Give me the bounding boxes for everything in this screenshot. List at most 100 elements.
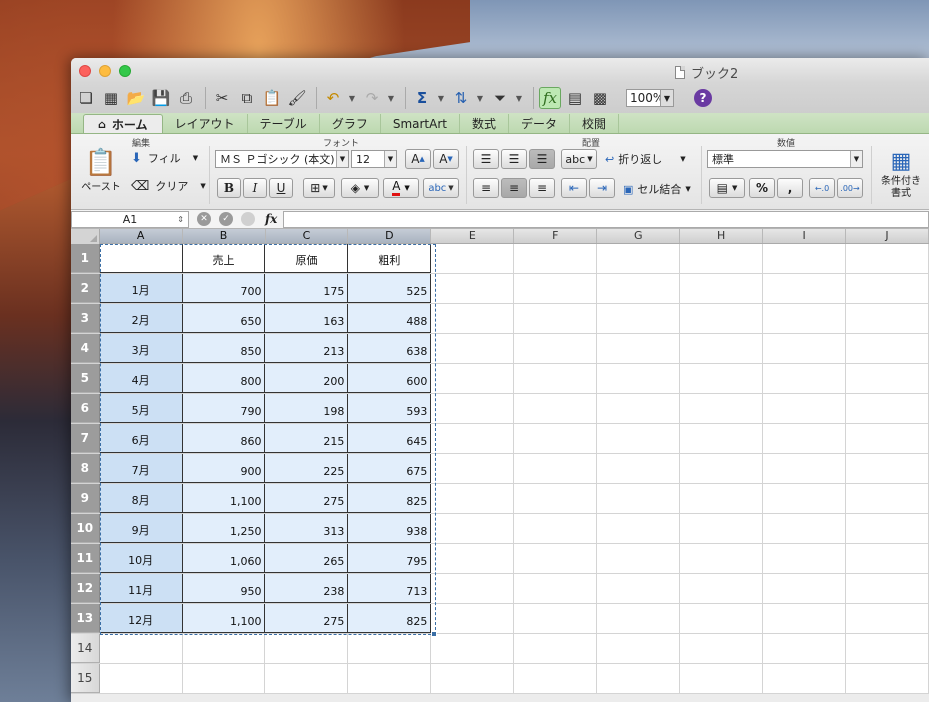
cell-J12[interactable] xyxy=(846,574,929,603)
cell-D6[interactable]: 593 xyxy=(348,394,432,423)
cell-D1[interactable]: 粗利 xyxy=(348,244,432,273)
cell-H1[interactable] xyxy=(680,244,764,273)
cell-A9[interactable]: 8月 xyxy=(99,484,183,513)
cell-H10[interactable] xyxy=(680,514,764,543)
align-middle-icon[interactable]: ☰ xyxy=(501,149,527,169)
italic-button[interactable]: I xyxy=(243,178,267,198)
row-header[interactable]: 12 xyxy=(71,574,100,603)
cell-E2[interactable] xyxy=(431,274,515,303)
cell-G1[interactable] xyxy=(597,244,681,273)
cell-I10[interactable] xyxy=(763,514,847,543)
row-header[interactable]: 4 xyxy=(71,334,100,363)
redo-icon[interactable]: ↷ xyxy=(361,87,383,109)
cell-J11[interactable] xyxy=(846,544,929,573)
fill-button[interactable]: ⬇ フィル ▼ xyxy=(131,150,198,166)
cell-B14[interactable] xyxy=(183,634,266,663)
cell-E12[interactable] xyxy=(431,574,515,603)
save-icon[interactable]: 💾 xyxy=(150,87,172,109)
cell-A7[interactable]: 6月 xyxy=(99,424,183,453)
wrap-text-button[interactable]: ↩ 折り返し ▼ xyxy=(605,151,686,167)
row-header[interactable]: 10 xyxy=(71,514,100,543)
cell-C3[interactable]: 163 xyxy=(265,304,349,333)
cell-E6[interactable] xyxy=(431,394,515,423)
cell-J7[interactable] xyxy=(846,424,929,453)
undo-dropdown-icon[interactable]: ▼ xyxy=(347,87,357,109)
cell-J14[interactable] xyxy=(846,634,929,663)
copy-icon[interactable]: ⧉ xyxy=(236,87,258,109)
cell-H7[interactable] xyxy=(680,424,764,453)
cell-C7[interactable]: 215 xyxy=(265,424,349,453)
new-document-icon[interactable]: ❏ xyxy=(75,87,97,109)
align-center-icon[interactable]: ≡ xyxy=(501,178,527,198)
tab-home[interactable]: ⌂ ホーム xyxy=(83,114,163,133)
underline-button[interactable]: U xyxy=(269,178,293,198)
cell-G2[interactable] xyxy=(597,274,681,303)
cell-J10[interactable] xyxy=(846,514,929,543)
paste-icon[interactable]: 📋 xyxy=(261,87,283,109)
cell-F15[interactable] xyxy=(514,664,598,693)
font-name-select[interactable]: ＭＳ Ｐゴシック (本文) ▼ xyxy=(215,150,349,168)
cell-B6[interactable]: 790 xyxy=(182,394,266,423)
column-header[interactable]: E xyxy=(431,229,515,243)
cell-F13[interactable] xyxy=(514,604,598,633)
tab-data[interactable]: データ xyxy=(509,114,571,133)
cell-C13[interactable]: 275 xyxy=(265,604,349,633)
font-size-dropdown-icon[interactable]: ▼ xyxy=(384,151,396,167)
filter-icon[interactable]: ⏷ xyxy=(489,87,511,109)
minimize-window-button[interactable] xyxy=(99,65,111,77)
cell-F3[interactable] xyxy=(514,304,598,333)
cell-H2[interactable] xyxy=(680,274,764,303)
cell-I2[interactable] xyxy=(763,274,847,303)
cell-G14[interactable] xyxy=(597,634,681,663)
cell-F7[interactable] xyxy=(514,424,598,453)
cell-A5[interactable]: 4月 xyxy=(99,364,183,393)
cell-J8[interactable] xyxy=(846,454,929,483)
tab-formulas[interactable]: 数式 xyxy=(460,114,509,133)
row-header[interactable]: 13 xyxy=(71,604,100,633)
cell-G4[interactable] xyxy=(597,334,681,363)
print-icon[interactable]: ⎙ xyxy=(175,87,197,109)
font-size-select[interactable]: 12 ▼ xyxy=(351,150,397,168)
maximize-window-button[interactable] xyxy=(119,65,131,77)
cell-A14[interactable] xyxy=(100,634,183,663)
cell-D5[interactable]: 600 xyxy=(348,364,432,393)
row-header[interactable]: 7 xyxy=(71,424,100,453)
cell-G13[interactable] xyxy=(597,604,681,633)
cell-C8[interactable]: 225 xyxy=(265,454,349,483)
cell-G11[interactable] xyxy=(597,544,681,573)
cell-C2[interactable]: 175 xyxy=(265,274,349,303)
row-header[interactable]: 6 xyxy=(71,394,100,423)
clear-button[interactable]: ⌫ クリア ▼ xyxy=(131,178,206,194)
tab-charts[interactable]: グラフ xyxy=(320,114,381,133)
row-header[interactable]: 2 xyxy=(71,274,100,303)
cell-B15[interactable] xyxy=(183,664,266,693)
percent-style-icon[interactable]: % xyxy=(749,178,775,198)
cell-A2[interactable]: 1月 xyxy=(99,274,183,303)
cell-E8[interactable] xyxy=(431,454,515,483)
cell-E7[interactable] xyxy=(431,424,515,453)
cell-I11[interactable] xyxy=(763,544,847,573)
cell-E5[interactable] xyxy=(431,364,515,393)
cell-B13[interactable]: 1,100 xyxy=(182,604,266,633)
cell-A13[interactable]: 12月 xyxy=(99,604,183,633)
cell-D12[interactable]: 713 xyxy=(348,574,432,603)
cell-I1[interactable] xyxy=(763,244,847,273)
cell-D3[interactable]: 488 xyxy=(348,304,432,333)
toolbox-icon[interactable]: ▤ xyxy=(564,87,586,109)
cell-B8[interactable]: 900 xyxy=(182,454,266,483)
cell-C9[interactable]: 275 xyxy=(265,484,349,513)
fill-handle[interactable] xyxy=(431,631,437,637)
cell-H3[interactable] xyxy=(680,304,764,333)
formula-input[interactable] xyxy=(283,210,929,228)
sort-dropdown-icon[interactable]: ▼ xyxy=(475,87,485,109)
sort-icon[interactable]: ⇅ xyxy=(450,87,472,109)
cell-H12[interactable] xyxy=(680,574,764,603)
cell-A15[interactable] xyxy=(100,664,183,693)
cell-E9[interactable] xyxy=(431,484,515,513)
cell-E15[interactable] xyxy=(431,664,515,693)
cell-F11[interactable] xyxy=(514,544,598,573)
cell-I3[interactable] xyxy=(763,304,847,333)
decrease-font-size-icon[interactable]: A ▼ xyxy=(433,149,459,169)
cell-C14[interactable] xyxy=(265,634,349,663)
cell-H14[interactable] xyxy=(680,634,764,663)
